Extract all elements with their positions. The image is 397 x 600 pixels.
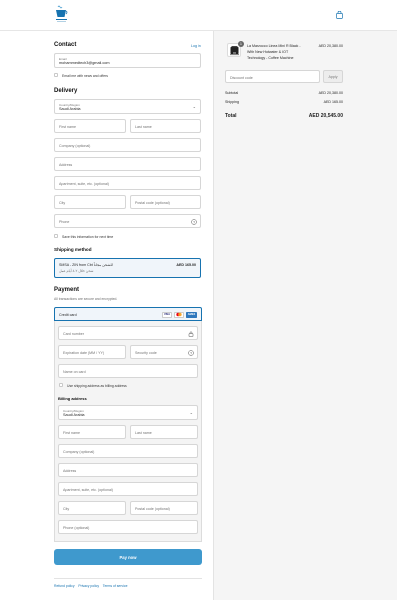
shipping-option-name: SMSA - ZIN from Cbt للشحن مجاناً <box>59 263 113 267</box>
contact-heading: Contact <box>54 42 77 48</box>
country-select[interactable]: Country/Region Saudi Arabia ⌄ <box>54 99 201 114</box>
payment-heading: Payment <box>54 287 80 293</box>
address-field[interactable]: Address <box>54 157 201 171</box>
billing-city-field[interactable]: City <box>58 501 126 515</box>
billing-first-name-field[interactable]: First name <box>58 425 126 439</box>
last-name-field[interactable]: Last name <box>130 119 201 133</box>
country-label: Country/Region <box>59 102 80 107</box>
security-code-field[interactable]: Security code ? <box>130 345 198 359</box>
pay-now-button[interactable]: Pay now <box>54 549 202 565</box>
svg-text:?: ? <box>190 351 192 355</box>
email-value: mohammedtech3@gmail.com <box>59 61 110 65</box>
save-info-label: Save this information for next time <box>62 234 114 239</box>
email-label: Email <box>59 56 67 61</box>
question-mark-icon[interactable]: ? <box>188 349 194 356</box>
shipping-option-detail: شحن خلال ٢-٤ أيام عمل <box>59 269 94 273</box>
order-summary-column <box>213 31 397 600</box>
billing-apartment-field[interactable]: Apartment, suite, etc. (optional) <box>58 482 198 496</box>
footer-links: Refund policy Privacy policy Terms of se… <box>54 584 127 588</box>
shopping-bag-icon[interactable] <box>336 11 343 19</box>
name-on-card-field[interactable]: Name on card <box>58 364 198 378</box>
payment-subtitle: All transactions are secure and encrypte… <box>54 297 118 301</box>
amex-icon: AMEX <box>186 312 197 318</box>
billing-same-label: Use shipping address as billing address <box>67 383 127 388</box>
chevron-down-icon: ⌄ <box>189 410 193 415</box>
shipping-label: Shipping <box>225 100 239 104</box>
billing-phone-field[interactable]: Phone (optional) <box>58 520 198 534</box>
first-name-field[interactable]: First name <box>54 119 126 133</box>
country-value: Saudi Arabia <box>59 107 81 111</box>
total-value: AED 20,545.00 <box>308 113 343 119</box>
apartment-field[interactable]: Apartment, suite, etc. (optional) <box>54 176 201 190</box>
news-checkbox[interactable] <box>54 73 58 77</box>
terms-link[interactable]: Terms of service <box>103 584 128 588</box>
phone-field[interactable]: Phone ? <box>54 214 201 228</box>
product-price: AED 20,380.00 <box>318 44 343 48</box>
postal-code-field[interactable]: Postal code (optional) <box>130 195 201 209</box>
product-title-line1: La Marzocco Linea Mini R Black - <box>247 44 301 48</box>
billing-last-name-field[interactable]: Last name <box>130 425 198 439</box>
product-title-line2: With New Hotwater & IOT <box>247 50 289 54</box>
subtotal-value: AED 20,380.00 <box>318 91 343 95</box>
billing-company-field[interactable]: Company (optional) <box>58 444 198 458</box>
email-field[interactable]: Email mohammedtech3@gmail.com <box>54 53 201 68</box>
visa-icon: VISA <box>162 312 172 318</box>
apply-discount-button[interactable]: Apply <box>323 70 343 83</box>
billing-same-checkbox[interactable] <box>59 383 63 387</box>
quantity-badge: 1 <box>238 41 244 47</box>
shipping-option-price: AED 165.00 <box>176 263 196 267</box>
shipping-value: AED 165.00 <box>323 100 343 104</box>
credit-card-label: Credit card <box>59 313 77 317</box>
expiry-field[interactable]: Expiration date (MM / YY) <box>58 345 126 359</box>
login-link[interactable]: Log in <box>191 44 201 48</box>
billing-heading: Billing address <box>58 396 87 401</box>
privacy-policy-link[interactable]: Privacy policy <box>78 584 99 588</box>
save-info-checkbox[interactable] <box>54 234 58 238</box>
billing-country-select[interactable]: Country/Region Saudi Arabia ⌄ <box>58 405 198 420</box>
chevron-down-icon: ⌄ <box>192 104 196 109</box>
product-title-line3: Technology - Coffee Machine <box>247 56 294 60</box>
footer-divider <box>54 578 202 579</box>
coffee-cup-logo-icon[interactable] <box>55 5 68 23</box>
shipping-heading: Shipping method <box>54 247 92 252</box>
company-field[interactable]: Company (optional) <box>54 138 201 152</box>
svg-text:?: ? <box>193 220 195 224</box>
lock-icon <box>188 331 194 337</box>
city-field[interactable]: City <box>54 195 126 209</box>
mastercard-icon <box>174 312 184 318</box>
billing-address-field[interactable]: Address <box>58 463 198 477</box>
total-label: Total <box>225 113 237 119</box>
billing-postal-field[interactable]: Postal code (optional) <box>130 501 198 515</box>
refund-policy-link[interactable]: Refund policy <box>54 584 75 588</box>
site-header <box>0 0 397 31</box>
card-number-field[interactable]: Card number <box>58 326 198 340</box>
news-label: Email me with news and offers <box>62 73 108 78</box>
discount-code-field[interactable]: Discount code <box>225 70 320 83</box>
shipping-option[interactable]: SMSA - ZIN from Cbt للشحن مجاناً شحن خلا… <box>54 258 201 278</box>
subtotal-label: Subtotal <box>225 91 239 95</box>
delivery-heading: Delivery <box>54 88 78 94</box>
question-mark-icon[interactable]: ? <box>191 218 197 225</box>
credit-card-option[interactable]: Credit card VISA AMEX <box>54 307 202 321</box>
